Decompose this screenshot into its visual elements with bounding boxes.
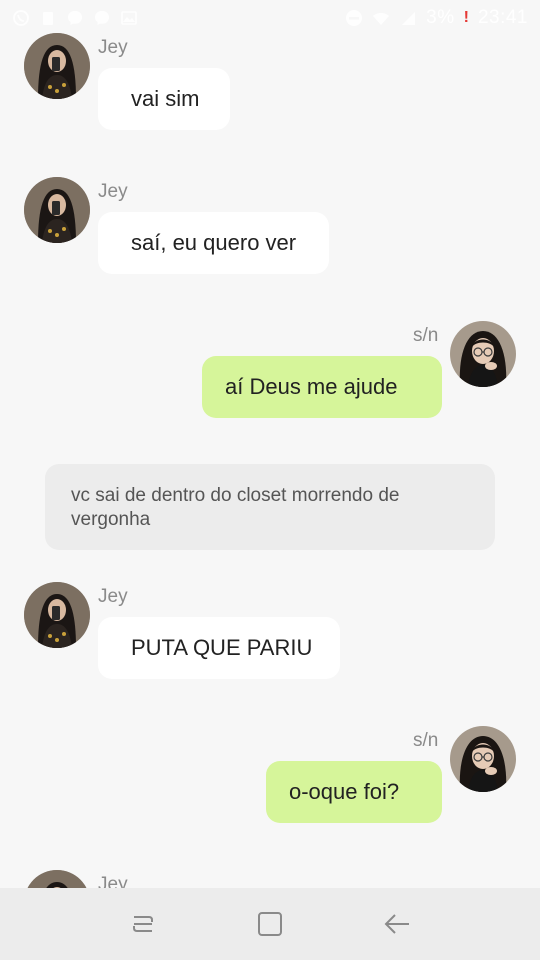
back-icon	[384, 914, 409, 934]
chat-screen: Jey vai sim Jey saí, eu quero ver s/n aí…	[0, 0, 540, 960]
back-button[interactable]	[377, 904, 417, 944]
do-not-disturb-icon	[346, 10, 363, 26]
battery-level: 3%	[426, 7, 455, 28]
clipboard-icon	[43, 12, 53, 25]
avatar-jey[interactable]	[24, 33, 90, 99]
whatsapp-icon	[13, 10, 29, 26]
message-text: o-oque foi?	[289, 779, 400, 804]
message-text: aí Deus me ajude	[225, 374, 398, 399]
system-status: 3% ! 23:41	[345, 7, 528, 29]
sender-name: s/n	[413, 730, 439, 751]
messenger-icon	[95, 11, 109, 25]
clock: 23:41	[477, 7, 528, 28]
avatar-jey[interactable]	[24, 582, 90, 648]
narration-text: vc sai de dentro do closet morrendo de v…	[71, 485, 400, 530]
sender-name: Jey	[98, 181, 128, 202]
message-bubble-incoming[interactable]: PUTA QUE PARIU	[98, 617, 340, 679]
navigation-bar	[0, 888, 540, 960]
avatar-sn[interactable]	[450, 321, 516, 387]
avatar-jey[interactable]	[24, 870, 90, 888]
recent-apps-icon	[133, 916, 154, 932]
battery-alert-icon: !	[463, 9, 469, 26]
wifi-icon	[373, 13, 390, 25]
narration-bubble[interactable]: vc sai de dentro do closet morrendo de v…	[45, 464, 495, 550]
sender-name: Jey	[98, 874, 128, 888]
message-bubble-incoming[interactable]: saí, eu quero ver	[98, 212, 329, 274]
message-text: saí, eu quero ver	[131, 230, 297, 255]
sender-name: Jey	[98, 37, 128, 58]
gallery-icon	[121, 11, 137, 25]
chat-area[interactable]: Jey vai sim Jey saí, eu quero ver s/n aí…	[0, 0, 540, 888]
avatar-jey[interactable]	[24, 177, 90, 243]
avatar-sn[interactable]	[450, 726, 516, 792]
home-button[interactable]	[250, 904, 290, 944]
notification-icons	[12, 9, 138, 27]
message-bubble-outgoing[interactable]: o-oque foi?	[266, 761, 442, 823]
recent-apps-button[interactable]	[123, 904, 163, 944]
sender-name: Jey	[98, 586, 128, 607]
message-text: PUTA QUE PARIU	[131, 635, 313, 660]
signal-icon	[402, 12, 416, 25]
message-bubble-outgoing[interactable]: aí Deus me ajude	[202, 356, 442, 418]
messenger-icon	[68, 11, 82, 25]
message-bubble-incoming[interactable]: vai sim	[98, 68, 230, 130]
message-text: vai sim	[131, 86, 200, 111]
status-bar: 3% ! 23:41	[0, 0, 540, 36]
home-icon	[257, 912, 282, 936]
sender-name: s/n	[413, 325, 439, 346]
